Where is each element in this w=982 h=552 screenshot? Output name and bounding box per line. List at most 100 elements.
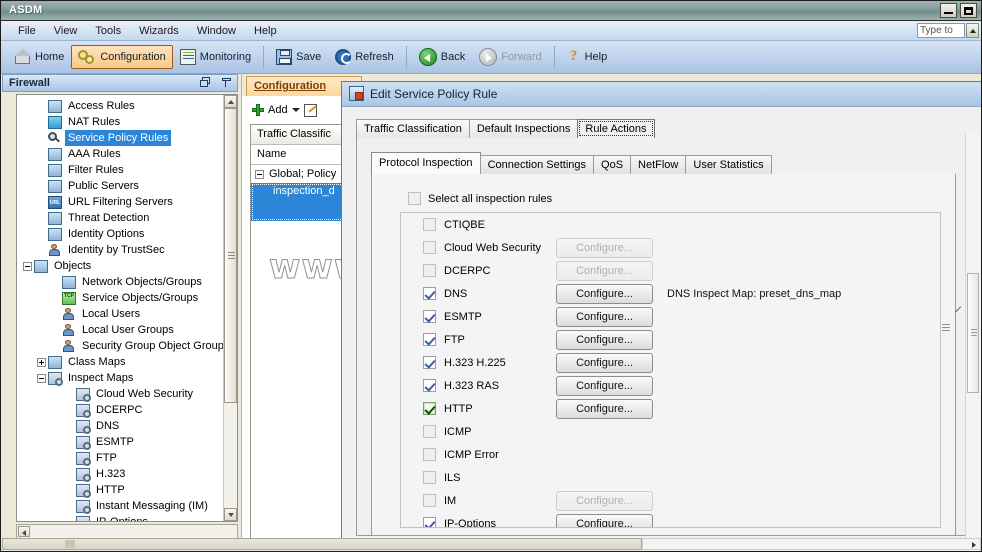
dialog-vertical-scrollbar[interactable] [965,133,980,551]
chevron-down-icon[interactable] [291,108,300,112]
checkbox-cloud-web-security[interactable] [423,241,436,254]
inspection-checkbox-wrap-ip-options[interactable]: IP-Options [423,517,496,527]
sidebar-item-instant-messaging-im[interactable]: Instant Messaging (IM) [17,498,223,514]
panel-resize-grip[interactable] [954,303,962,311]
inspection-checkbox-wrap-h-323-h-225[interactable]: H.323 H.225 [423,356,506,369]
tab-default-inspections[interactable]: Default Inspections [468,119,579,138]
toolbar-button-forward[interactable]: Forward [472,44,548,70]
toolbar-button-refresh[interactable]: Refresh [328,45,401,69]
toolbar-button-help[interactable]: ? Help [560,45,615,69]
search-spinner-up-icon[interactable] [966,23,979,38]
menu-item-help[interactable]: Help [245,24,286,38]
edit-pencil-icon[interactable] [303,103,317,117]
sidebar-item-ip-options[interactable]: IP-Options [17,514,223,521]
sidebar-item-dcerpc[interactable]: DCERPC [17,402,223,418]
tab-protocol-inspection[interactable]: Protocol Inspection [371,152,481,174]
sidebar-item-public-servers[interactable]: Public Servers [17,178,223,194]
toolbar-button-monitoring[interactable]: Monitoring [173,45,258,69]
inspection-checkbox-wrap-ftp[interactable]: FTP [423,333,465,346]
sidebar-item-security-group-object-groups[interactable]: Security Group Object Groups [17,338,229,354]
inspection-checkbox-wrap-ils[interactable]: ILS [423,471,461,484]
configure-button-h-323-ras[interactable]: Configure... [556,375,653,396]
toolbar-button-home[interactable]: Home [7,45,71,69]
checkbox-http[interactable] [423,402,436,415]
sidebar-item-service-policy-rules[interactable]: Service Policy Rules [17,130,223,146]
menu-item-wizards[interactable]: Wizards [130,24,188,38]
sidebar-item-access-rules[interactable]: Access Rules [17,98,223,114]
checkbox-icmp[interactable] [423,425,436,438]
sidebar-scrollbar[interactable] [223,95,237,521]
sidebar-item-dns[interactable]: DNS [17,418,223,434]
checkbox-ip-options[interactable] [423,517,436,527]
expander-minus-icon[interactable] [255,169,264,179]
search-input[interactable]: Type to [917,23,965,38]
sidebar-item-local-user-groups[interactable]: Local User Groups [17,322,223,338]
sidebar-item-nat-rules[interactable]: NAT Rules [17,114,223,130]
configure-button-ip-options[interactable]: Configure... [556,513,653,527]
inspection-checkbox-wrap-dns[interactable]: DNS [423,287,467,300]
sidebar-item-esmtp[interactable]: ESMTP [17,434,223,450]
checkbox-esmtp[interactable] [423,310,436,323]
checkbox-h-323-ras[interactable] [423,379,436,392]
menu-item-tools[interactable]: Tools [86,24,130,38]
sidebar-item-http[interactable]: HTTP [17,482,223,498]
toolbar-button-back[interactable]: Back [412,44,472,70]
menu-item-view[interactable]: View [45,24,87,38]
pin-panel-icon[interactable] [221,77,232,88]
checkbox-dns[interactable] [423,287,436,300]
sidebar-item-objects[interactable]: Objects [17,258,223,274]
checkbox-h-323-h-225[interactable] [423,356,436,369]
inspection-checkbox-wrap-http[interactable]: HTTP [423,402,473,415]
tab-user-statistics[interactable]: User Statistics [685,155,772,174]
restore-panel-icon[interactable] [200,77,211,88]
sidebar-scroll-down-button[interactable] [224,508,237,521]
sidebar-item-network-objects-groups[interactable]: Network Objects/Groups [17,274,223,290]
sidebar-item-threat-detection[interactable]: Threat Detection [17,210,223,226]
main-hscroll-thumb[interactable] [65,540,75,548]
sidebar-item-cloud-web-security[interactable]: Cloud Web Security [17,386,223,402]
sidebar-item-class-maps[interactable]: Class Maps [17,354,223,370]
sidebar-scroll-thumb[interactable] [224,108,237,403]
configure-button-dns[interactable]: Configure... [556,283,653,304]
configure-button-h-323-h-225[interactable]: Configure... [556,352,653,373]
checkbox-im[interactable] [423,494,436,507]
inspection-list-scroll-indicator[interactable] [940,324,953,535]
configure-button-http[interactable]: Configure... [556,398,653,419]
inspection-checkbox-wrap-icmp[interactable]: ICMP [423,425,472,438]
toolbar-button-configuration[interactable]: Configuration [71,45,173,69]
configure-button-esmtp[interactable]: Configure... [556,306,653,327]
menu-item-window[interactable]: Window [188,24,245,38]
sidebar-item-service-objects-groups[interactable]: TCP Service Objects/Groups [17,290,223,306]
inspection-checkbox-wrap-icmp-error[interactable]: ICMP Error [423,448,499,461]
dialog-scroll-thumb[interactable] [967,273,979,393]
toolbar-button-save[interactable]: Save [269,45,328,69]
minimize-button[interactable] [940,3,957,18]
checkbox-ctiqbe[interactable] [423,218,436,231]
sidebar-item-identity-by-trustsec[interactable]: Identity by TrustSec [17,242,223,258]
configure-button-ftp[interactable]: Configure... [556,329,653,350]
checkbox-ils[interactable] [423,471,436,484]
sidebar-horizontal-scrollbar[interactable] [16,524,238,539]
inspection-checkbox-wrap-dcerpc[interactable]: DCERPC [423,264,490,277]
select-all-inspection-rules-row[interactable]: Select all inspection rules [408,192,552,205]
inspection-checkbox-wrap-esmtp[interactable]: ESMTP [423,310,482,323]
checkbox-dcerpc[interactable] [423,264,436,277]
inspection-checkbox-wrap-h-323-ras[interactable]: H.323 RAS [423,379,499,392]
sidebar-item-aaa-rules[interactable]: AAA Rules [17,146,223,162]
sidebar-item-local-users[interactable]: Local Users [17,306,223,322]
expander-plus-icon[interactable] [37,357,46,367]
tab-netflow[interactable]: NetFlow [630,155,687,174]
sidebar-item-h-323[interactable]: H.323 [17,466,223,482]
inspection-checkbox-wrap-im[interactable]: IM [423,494,456,507]
add-button-label[interactable]: Add [268,104,288,116]
maximize-button[interactable] [960,3,977,18]
tab-traffic-classification[interactable]: Traffic Classification [356,119,470,138]
checkbox-ftp[interactable] [423,333,436,346]
dialog-horizontal-scrollbar[interactable] [642,538,981,550]
checkbox-icmp-error[interactable] [423,448,436,461]
expander-minus-icon[interactable] [23,261,32,271]
sidebar-item-ftp[interactable]: FTP [17,450,223,466]
inspection-checkbox-wrap-cloud-web-security[interactable]: Cloud Web Security [423,241,541,254]
sidebar-item-identity-options[interactable]: Identity Options [17,226,223,242]
main-horizontal-scrollbar[interactable] [2,538,642,550]
